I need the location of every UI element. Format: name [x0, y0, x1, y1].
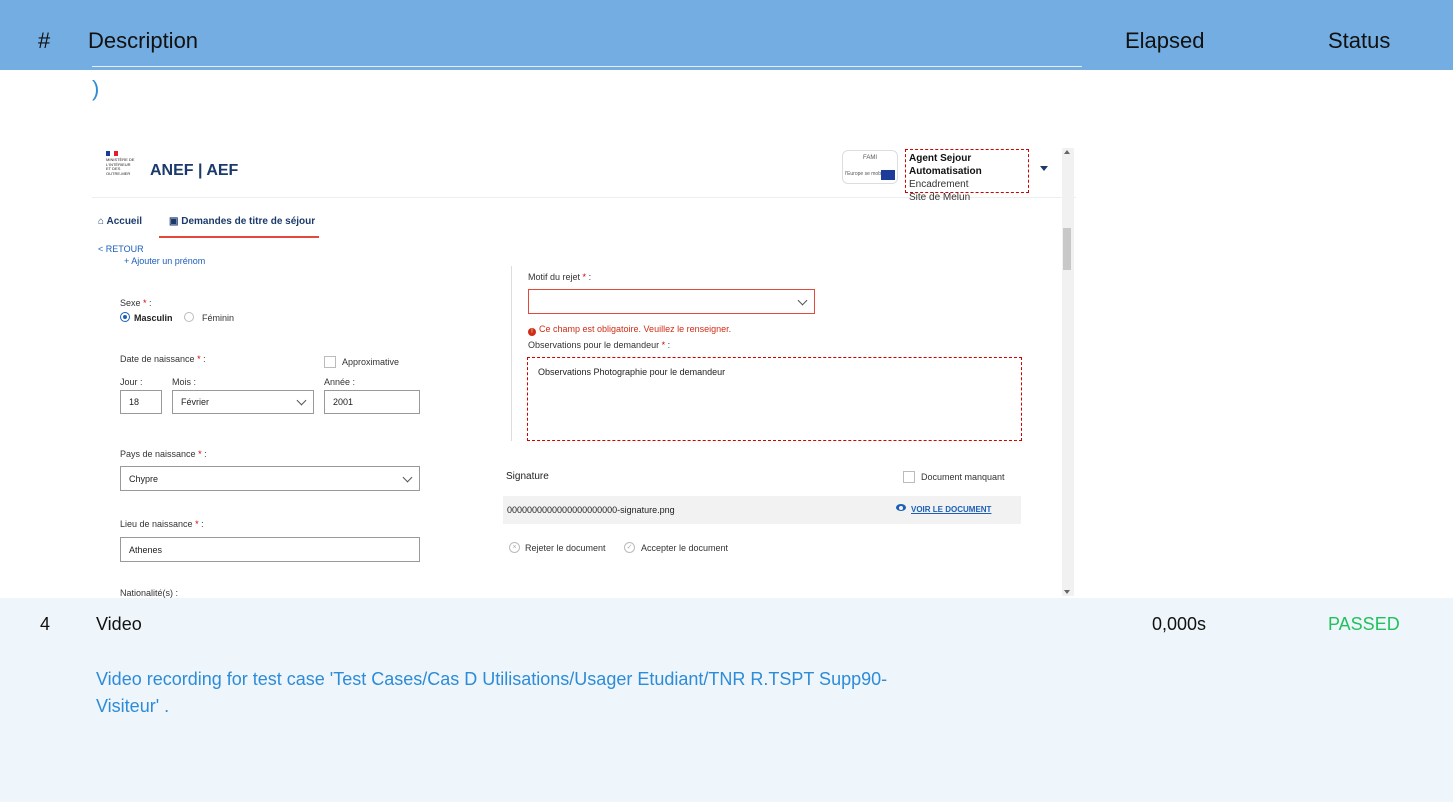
table-row: 4 Video 0,000s PASSED Video recording fo…	[0, 598, 1453, 802]
column-description-header: Description	[88, 28, 199, 53]
jour-input[interactable]: 18	[120, 390, 162, 414]
feminin-label: Féminin	[202, 313, 235, 323]
row-elapsed: 0,000s	[1152, 614, 1207, 634]
jour-label: Jour :	[120, 377, 143, 387]
motif-rejet-label: Motif du rejet * :	[528, 272, 592, 282]
active-tab-indicator	[159, 236, 319, 238]
column-status-header: Status	[1328, 28, 1391, 53]
reject-document-label[interactable]: Rejeter le document	[525, 543, 606, 553]
app-title: ANEF | AEF	[150, 162, 239, 179]
book-icon: ▣	[169, 216, 179, 227]
pays-value: Chypre	[129, 473, 159, 484]
motif-error-message: ! Ce champ est obligatoire. Veuillez le r…	[528, 324, 731, 336]
app-header: MINISTÈRE DE L'INTÉRIEUR ET DES OUTRE-ME…	[92, 138, 1076, 203]
scroll-down-icon[interactable]	[1064, 590, 1070, 594]
mois-label: Mois :	[172, 377, 197, 387]
signature-title: Signature	[506, 471, 549, 482]
document-filename: 0000000000000000000000-signature.png	[507, 505, 675, 515]
home-icon: ⌂	[98, 216, 105, 227]
chevron-down-icon	[402, 472, 413, 482]
annee-label: Année :	[324, 377, 356, 387]
view-document-link[interactable]: VOIR LE DOCUMENT	[911, 505, 991, 514]
date-naissance-label: Date de naissance * :	[120, 354, 206, 364]
radio-feminin[interactable]	[184, 312, 194, 322]
previous-row-text: )	[92, 76, 100, 101]
nav-home-label: Accueil	[106, 216, 143, 227]
fami-logo-text: FAMI	[862, 155, 877, 161]
step-screenshot: MINISTÈRE DE L'INTÉRIEUR ET DES OUTRE-ME…	[92, 138, 1076, 598]
video-link[interactable]: Video recording for test case 'Test Case…	[96, 666, 896, 720]
lieu-naissance-label: Lieu de naissance * :	[120, 519, 204, 529]
reject-icon[interactable]: ×	[509, 542, 520, 553]
user-site: Site de Melun	[909, 192, 971, 203]
row-description: Video	[96, 614, 142, 634]
add-firstname-link[interactable]: + Ajouter un prénom	[124, 256, 205, 266]
document-row: 0000000000000000000000-signature.png VOI…	[503, 496, 1021, 524]
chevron-down-icon	[296, 395, 307, 406]
column-number-header: #	[38, 28, 51, 53]
french-flag-icon	[106, 151, 118, 156]
caret-down-icon[interactable]	[1040, 166, 1048, 171]
divider	[511, 266, 512, 441]
main-nav: ⌂ Accueil ▣ Demandes de titre de séjour	[92, 208, 1076, 238]
status-badge: PASSED	[1328, 614, 1400, 634]
document-manquant-checkbox[interactable]	[903, 471, 915, 483]
chevron-down-icon	[797, 295, 808, 305]
divider	[92, 66, 1082, 67]
observations-label: Observations pour le demandeur * :	[528, 340, 671, 350]
eu-flag-icon	[881, 170, 895, 180]
ministry-text: MINISTÈRE DE L'INTÉRIEUR ET DES OUTRE-ME…	[106, 157, 135, 176]
sexe-label: Sexe * :	[120, 298, 152, 308]
accept-icon[interactable]: ✓	[624, 542, 635, 553]
eye-icon[interactable]	[896, 504, 906, 511]
test-report: # Description Elapsed Status ) MINISTÈRE…	[0, 0, 1453, 802]
nav-home[interactable]: ⌂ Accueil	[98, 216, 142, 227]
report-table-header: # Description Elapsed Status	[0, 0, 1453, 70]
nav-demandes[interactable]: ▣ Demandes de titre de séjour	[169, 216, 315, 227]
row-number: 4	[40, 614, 51, 634]
observations-textarea[interactable]: Observations Photographie pour le demand…	[527, 357, 1022, 441]
accept-document-label[interactable]: Accepter le document	[641, 543, 728, 553]
nationalite-label: Nationalité(s) :	[120, 588, 179, 598]
column-elapsed-header: Elapsed	[1125, 28, 1205, 53]
radio-masculin[interactable]	[120, 312, 130, 322]
approximative-checkbox[interactable]	[324, 356, 336, 368]
pays-naissance-select[interactable]: Chypre	[120, 466, 420, 491]
user-name: Agent Sejour Automatisation	[909, 153, 982, 177]
pays-naissance-label: Pays de naissance * :	[120, 449, 207, 459]
back-link[interactable]: < RETOUR	[98, 244, 144, 254]
lieu-naissance-input[interactable]: Athenes	[120, 537, 420, 562]
user-role: Encadrement	[909, 179, 969, 190]
annee-input[interactable]: 2001	[324, 390, 420, 414]
motif-rejet-select[interactable]	[528, 289, 815, 314]
mois-value: Février	[181, 397, 210, 407]
approximative-label: Approximative	[342, 357, 400, 367]
error-icon: !	[528, 328, 536, 336]
masculin-label: Masculin	[134, 313, 173, 323]
ministry-logo: MINISTÈRE DE L'INTÉRIEUR ET DES OUTRE-ME…	[106, 151, 136, 187]
document-manquant-label: Document manquant	[921, 472, 1005, 482]
scroll-up-icon[interactable]	[1064, 150, 1070, 154]
nav-demandes-label: Demandes de titre de séjour	[181, 216, 316, 227]
mois-select[interactable]: Février	[172, 390, 314, 414]
fami-logo: FAMI l'Europe se mobilise	[842, 150, 898, 184]
user-menu[interactable]: Agent Sejour Automatisation Encadrement …	[905, 149, 1029, 203]
